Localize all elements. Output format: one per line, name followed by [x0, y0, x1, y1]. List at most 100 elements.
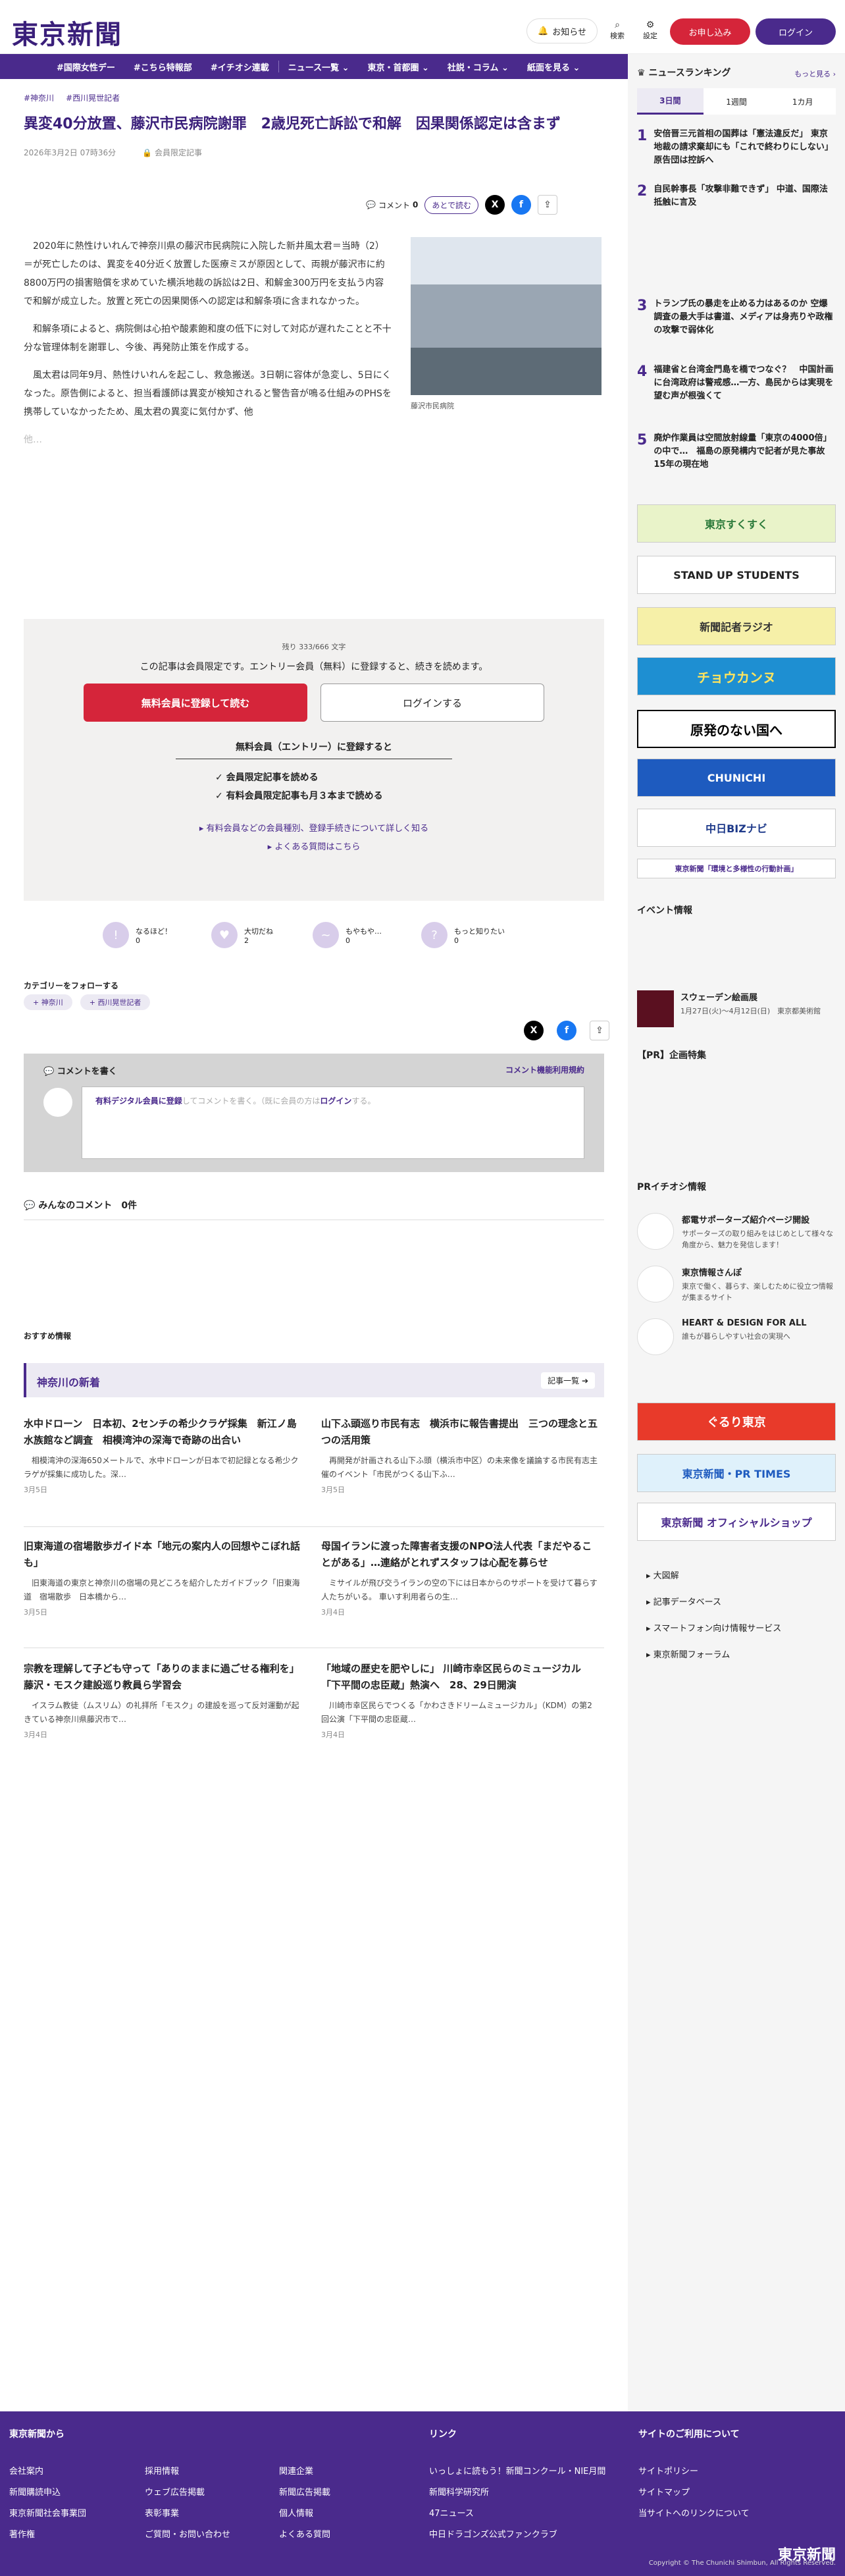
- sidebar-link[interactable]: ▸ 東京新聞フォーラム: [646, 1648, 730, 1660]
- search-button[interactable]: ⌕ 検索: [604, 20, 630, 41]
- footer-link[interactable]: いっしょに読もう！新聞コンクール・NIE月間: [429, 2464, 605, 2477]
- news-card[interactable]: 山下ふ頭巡り市民有志 横浜市に報告書提出 三つの理念と五つの活用策 再開発が計画…: [321, 1416, 598, 1495]
- article-actions: 💬 コメント 0 あとで読む X f ⇪: [366, 195, 557, 215]
- settings-button[interactable]: ⚙ 設定: [637, 20, 663, 41]
- sidebar-link[interactable]: ▸ 記事データベース: [646, 1595, 721, 1607]
- footer-link[interactable]: 東京新聞社会事業団: [9, 2506, 86, 2519]
- banner-sukusuku[interactable]: 東京すくすく: [637, 504, 836, 543]
- subscribe-button[interactable]: お申し込み: [670, 18, 750, 45]
- reaction-button[interactable]: ~ もやもや… 0: [313, 922, 382, 948]
- ranking-item[interactable]: 5 廃炉作業員は空間放射線量「東京の4000倍」の中で… 福島の原発構内で記者が見…: [637, 432, 836, 471]
- ranking-item[interactable]: 3 トランプ氏の暴走を止める力はあるのか 空爆調査の最大手は書道、メディアは身売り…: [637, 298, 836, 337]
- banner-diversity[interactable]: 東京新聞「環境と多様性の行動計画」: [637, 859, 836, 878]
- footer-link[interactable]: 新聞購読申込: [9, 2485, 61, 2498]
- pr-icon: [637, 1318, 674, 1355]
- tab-1week[interactable]: 1週間: [704, 88, 770, 115]
- footer-link[interactable]: 採用情報: [145, 2464, 179, 2477]
- banner-genpatsu[interactable]: 原発のない国へ: [637, 710, 836, 748]
- news-card[interactable]: 旧東海道の宿場散歩ガイド本「地元の案内人の回想やこぼれ話も」 旧東海道の東京と神…: [24, 1538, 300, 1617]
- avatar: [43, 1088, 72, 1117]
- nav-item[interactable]: #国際女性デー: [47, 61, 124, 73]
- comment-button[interactable]: 💬 コメント 0: [366, 200, 418, 211]
- footer-link[interactable]: 個人情報: [279, 2506, 313, 2519]
- paywall-login-button[interactable]: ログインする: [320, 684, 544, 722]
- reaction-button[interactable]: ! なるほど！ 0: [103, 922, 172, 948]
- footer-link[interactable]: 表彰事業: [145, 2506, 179, 2519]
- sidebar-link[interactable]: ▸ 大図解: [646, 1569, 679, 1581]
- nav-item[interactable]: 社説・コラム ⌄: [438, 61, 518, 73]
- read-later-button[interactable]: あとで読む: [424, 196, 478, 214]
- footer-link[interactable]: サイトポリシー: [638, 2464, 698, 2477]
- footer-link[interactable]: 関連企業: [279, 2464, 313, 2477]
- pr-item[interactable]: HEART & DESIGN FOR ALL 誰もが暮らしやすい社会の実現へ: [637, 1318, 836, 1355]
- event-item[interactable]: スウェーデン絵画展 1月27日(火)～4月12日(日) 東京都美術館: [637, 990, 836, 1027]
- banner-prtimes[interactable]: 東京新聞・PR TIMES: [637, 1454, 836, 1492]
- nav-item[interactable]: #イチオシ連載: [201, 61, 278, 73]
- banner-chunichi[interactable]: CHUNICHI: [637, 759, 836, 797]
- banner-radio[interactable]: 新聞記者ラジオ: [637, 607, 836, 645]
- banner-chokanu[interactable]: チョウカンヌ: [637, 657, 836, 695]
- membership-info-link[interactable]: ▸ 有料会員などの会員種別、登録手続きについて詳しく知る: [24, 820, 604, 838]
- x-share-icon[interactable]: X: [484, 195, 505, 215]
- pr-title: 【PR】企画特集: [637, 1050, 707, 1061]
- kanagawa-section-header: 神奈川の新着 記事一覧 ➔: [24, 1363, 604, 1397]
- copyright: Copyright © The Chunichi Shimbun, All Ri…: [648, 2560, 836, 2567]
- tab-1month[interactable]: 1カ月: [769, 88, 836, 115]
- follow-tag[interactable]: + 西川晃世記者: [80, 994, 151, 1010]
- footer-link[interactable]: 会社案内: [9, 2464, 43, 2477]
- tab-3days[interactable]: 3日間: [637, 88, 704, 115]
- hospital-photo[interactable]: [411, 237, 602, 395]
- footer-link[interactable]: 新聞広告掲載: [279, 2485, 330, 2498]
- comment-rules-link[interactable]: コメント機能利用規約: [505, 1064, 584, 1075]
- footer-link[interactable]: ご質問・お問い合わせ: [145, 2527, 230, 2540]
- photo-caption: 藤沢市民病院: [411, 402, 454, 410]
- banner-bizunavi[interactable]: 中日BIZナビ: [637, 809, 836, 847]
- footer-link[interactable]: サイトマップ: [638, 2485, 690, 2498]
- news-card[interactable]: 「地域の歴史を肥やしに」 川崎市幸区民らのミュージカル「下平間の忠臣蔵」熱演へ …: [321, 1661, 598, 1740]
- nav-item[interactable]: 紙面を見る ⌄: [518, 61, 589, 73]
- notification-button[interactable]: 🔔 お知らせ: [526, 18, 598, 43]
- facebook-share-icon[interactable]: f: [511, 195, 531, 215]
- article-list-link[interactable]: 記事一覧 ➔: [541, 1372, 595, 1389]
- nav-item[interactable]: ニュース一覧 ⌄: [279, 61, 359, 73]
- footer-link[interactable]: 47ニュース: [429, 2506, 474, 2519]
- footer-link[interactable]: よくある質問: [279, 2527, 330, 2540]
- sidebar-link[interactable]: ▸ スマートフォン向け情報サービス: [646, 1621, 781, 1634]
- search-icon: ⌕: [615, 20, 620, 30]
- footer-link[interactable]: 当サイトへのリンクについて: [638, 2506, 750, 2519]
- tag-link[interactable]: #西川晃世記者: [66, 92, 120, 103]
- banner-stand-up-students[interactable]: STAND UP STUDENTS: [637, 556, 836, 594]
- site-logo[interactable]: 東京新聞: [12, 13, 122, 51]
- comment-textarea[interactable]: 有料デジタル会員に登録してコメントを書く。（既に会員の方はログインする。: [82, 1087, 584, 1159]
- login-button[interactable]: ログイン: [755, 18, 836, 45]
- x-share-icon[interactable]: X: [524, 1021, 544, 1040]
- register-button[interactable]: 無料会員に登録して読む: [84, 684, 307, 722]
- tag-link[interactable]: #神奈川: [24, 92, 54, 103]
- news-card[interactable]: 宗教を理解して子ども守って「ありのままに過ごせる権利を」 藤沢・モスク建設巡り教…: [24, 1661, 300, 1740]
- news-card[interactable]: 母国イランに渡った障害者支援のNPO法人代表「まだやることがある」…連絡がとれず…: [321, 1538, 598, 1617]
- footer-link[interactable]: ウェブ広告掲載: [145, 2485, 205, 2498]
- footer-link[interactable]: 新聞科学研究所: [429, 2485, 489, 2498]
- nav-item[interactable]: 東京・首都圏 ⌄: [359, 61, 438, 73]
- follow-tag[interactable]: + 神奈川: [24, 994, 72, 1010]
- ranking-item[interactable]: 1 安倍晋三元首相の国葬は「憲法違反だ」 東京地裁の請求棄却にも「これで終わりにし…: [637, 128, 836, 167]
- footer-link[interactable]: 著作権: [9, 2527, 35, 2540]
- news-card[interactable]: 水中ドローン 日本初、2センチの希少クラゲ採集 新江ノ島水族館など調査 相模湾沖…: [24, 1416, 300, 1495]
- ranking-more-link[interactable]: もっと見る ›: [794, 68, 836, 79]
- share-icon[interactable]: ⇪: [590, 1021, 609, 1040]
- share-icon[interactable]: ⇪: [537, 195, 557, 215]
- divider: [24, 1526, 604, 1527]
- facebook-share-icon[interactable]: f: [557, 1021, 576, 1040]
- faq-link[interactable]: ▸ よくある質問はこちら: [24, 838, 604, 857]
- reaction-button[interactable]: ? もっと知りたい 0: [421, 922, 505, 948]
- nav-item[interactable]: #こちら特報部: [124, 61, 201, 73]
- article-fade: 他…: [24, 435, 42, 445]
- reaction-button[interactable]: ♥ 大切だね 2: [211, 922, 273, 948]
- pr-item[interactable]: 都電サポーターズ紹介ページ開設 サポーターズの取り組みをはじめとして様々な角度から…: [637, 1213, 836, 1250]
- pr-item[interactable]: 東京情報さんぽ 東京で働く、暮らす、楽しむために役立つ情報が集まるサイト: [637, 1266, 836, 1303]
- banner-gururi[interactable]: ぐるり東京: [637, 1403, 836, 1441]
- ranking-item[interactable]: 4 福建省と台湾金門島を橋でつなぐ？ 中国計画に台湾政府は警戒感…一方、島民からは…: [637, 363, 836, 403]
- ranking-item[interactable]: 2 自民幹事長「攻撃非難できず」 中道、国際法抵触に言及: [637, 183, 836, 209]
- footer-link[interactable]: 中日ドラゴンズ公式ファンクラブ: [429, 2527, 557, 2540]
- banner-shop[interactable]: 東京新聞 オフィシャルショップ: [637, 1503, 836, 1541]
